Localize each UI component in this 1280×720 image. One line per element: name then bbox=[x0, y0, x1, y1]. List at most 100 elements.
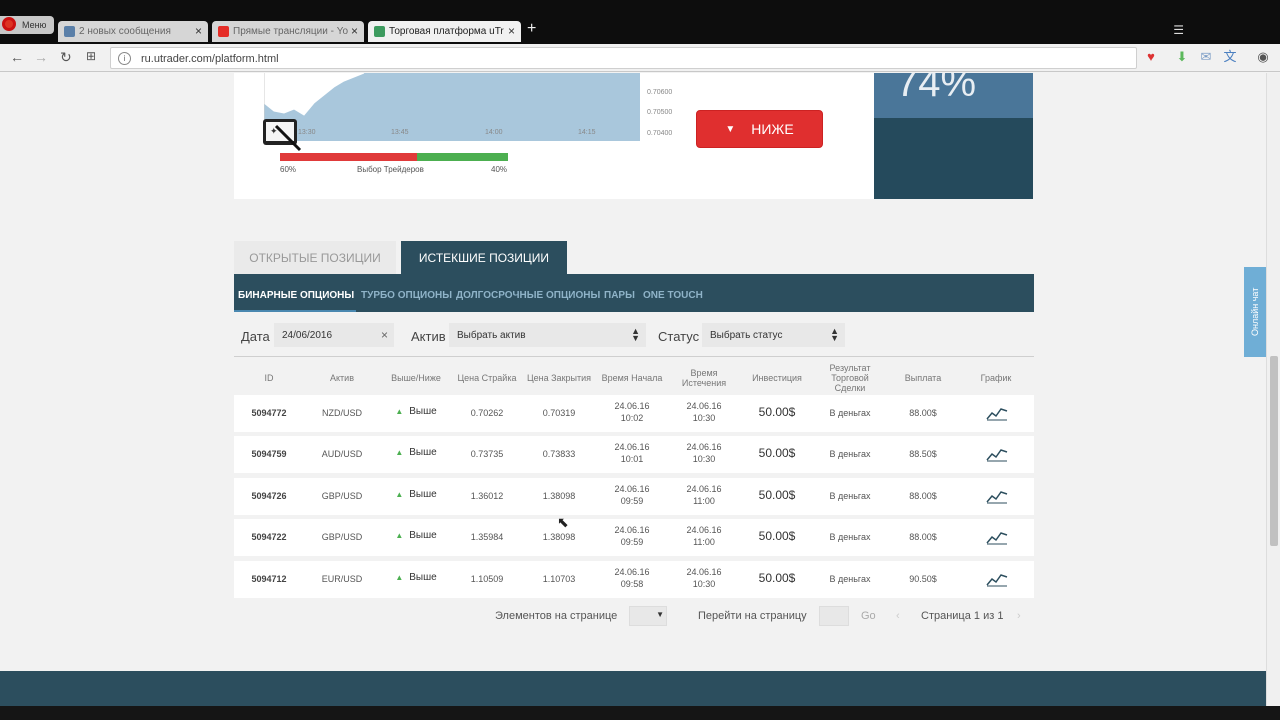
online-chat-button[interactable]: Онлайн чат bbox=[1244, 267, 1266, 357]
translate-icon[interactable]: 文 bbox=[1222, 49, 1238, 65]
dropdown-arrow-icon: ▼ bbox=[656, 610, 664, 619]
subnav-active-underline bbox=[234, 310, 356, 312]
subnav-one-touch[interactable]: ONE TOUCH bbox=[643, 290, 703, 301]
browser-tab-strip: Меню 2 новых сообщения × Прямые трансляц… bbox=[0, 0, 1280, 44]
pagination-bar: Элементов на странице ▼ Перейти на стран… bbox=[234, 603, 1034, 631]
cell-close: 0.70319 bbox=[542, 408, 576, 418]
header-expiry-line2: Истечения bbox=[681, 378, 727, 388]
cell-close: 1.10703 bbox=[542, 574, 576, 584]
subnav-binary[interactable]: БИНАРНЫЕ ОПЦИОНЫ bbox=[238, 290, 354, 301]
subnav-longterm[interactable]: ДОЛГОСРОЧНЫЕ ОПЦИОНЫ bbox=[456, 290, 600, 301]
mouse-cursor-icon: ⬉ bbox=[557, 514, 569, 530]
go-button[interactable]: Go bbox=[861, 610, 876, 622]
expiry-date: 24.06.16 bbox=[686, 401, 722, 411]
site-info-icon[interactable]: i bbox=[118, 52, 131, 65]
cell-asset: EUR/USD bbox=[321, 574, 363, 584]
asset-filter-select[interactable]: Выбрать актив ▲ ▼ bbox=[449, 323, 646, 347]
header-result-line1: Результат bbox=[829, 363, 871, 373]
header-chart: График bbox=[980, 373, 1012, 383]
expiry-time: 10:30 bbox=[692, 579, 716, 589]
cell-start: 24.06.16 10:02 bbox=[604, 400, 660, 424]
url-input[interactable]: i ru.utrader.com/platform.html bbox=[110, 47, 1137, 69]
opera-logo-icon bbox=[2, 17, 16, 31]
cell-investment: 50.00$ bbox=[758, 405, 796, 419]
goto-page-input[interactable] bbox=[819, 606, 849, 626]
browser-tab-messages[interactable]: 2 новых сообщения × bbox=[58, 21, 208, 42]
close-tab-icon[interactable]: × bbox=[195, 24, 202, 38]
browser-tab-youtube[interactable]: Прямые трансляции - Yo × bbox=[212, 21, 364, 42]
cell-direction: ▲ Выше bbox=[384, 406, 448, 418]
expiry-date: 24.06.16 bbox=[686, 442, 722, 452]
lower-button[interactable]: ▼ НИЖЕ bbox=[696, 110, 823, 148]
mail-icon[interactable]: ✉ bbox=[1198, 49, 1214, 65]
heart-icon[interactable]: ♥ bbox=[1143, 49, 1159, 65]
select-arrows-icon: ▲ ▼ bbox=[830, 326, 839, 343]
start-date: 24.06.16 bbox=[614, 567, 650, 577]
traders-choice-up-fill bbox=[416, 153, 508, 161]
cell-strike: 1.35984 bbox=[470, 532, 504, 542]
header-id: ID bbox=[264, 373, 274, 383]
extension-icon[interactable]: ◉ bbox=[1255, 49, 1271, 65]
line-chart-icon[interactable] bbox=[986, 529, 1008, 545]
speed-dial-icon[interactable]: ⊞ bbox=[86, 49, 96, 63]
expiry-time: 11:00 bbox=[693, 496, 715, 506]
traders-choice-down-fill bbox=[280, 153, 417, 161]
traders-choice-label: Выбор Трейдеров bbox=[357, 165, 424, 174]
tab-expired-positions[interactable]: ИСТЕКШИЕ ПОЗИЦИИ bbox=[401, 241, 567, 274]
expiry-time: 10:30 bbox=[692, 413, 716, 423]
goto-page-label: Перейти на страницу bbox=[698, 610, 807, 622]
date-filter-value: 24/06/2016 bbox=[282, 330, 333, 341]
cell-id: 5094759 bbox=[251, 449, 287, 459]
subnav-pairs[interactable]: ПАРЫ bbox=[604, 290, 635, 301]
tab-menu-icon[interactable]: ☰ bbox=[1173, 23, 1184, 37]
magic-wand-icon[interactable]: ✦ bbox=[262, 118, 302, 152]
page-scrollbar[interactable] bbox=[1266, 73, 1280, 707]
cell-payout: 88.00$ bbox=[909, 491, 937, 501]
clear-date-icon[interactable]: × bbox=[381, 328, 388, 342]
download-icon[interactable]: ⬇ bbox=[1174, 49, 1190, 65]
table-header: ID Актив Выше/Ниже Цена Страйка Цена Зак… bbox=[234, 360, 1034, 394]
subnav-turbo[interactable]: ТУРБО ОПЦИОНЫ bbox=[361, 290, 452, 301]
cell-investment: 50.00$ bbox=[758, 571, 796, 585]
cell-direction: ▲ Выше bbox=[384, 530, 448, 542]
line-chart-icon[interactable] bbox=[986, 446, 1008, 462]
new-tab-button[interactable]: + bbox=[527, 20, 536, 38]
status-filter-select[interactable]: Выбрать статус ▲ ▼ bbox=[702, 323, 845, 347]
browser-menu-button[interactable]: Меню bbox=[0, 16, 54, 34]
close-tab-icon[interactable]: × bbox=[351, 24, 358, 38]
direction-text: Выше bbox=[409, 530, 437, 541]
table-row: 5094712 EUR/USD ▲ Выше 1.10509 1.10703 24… bbox=[234, 561, 1034, 598]
start-date: 24.06.16 bbox=[614, 401, 650, 411]
svg-text:✦: ✦ bbox=[270, 126, 278, 136]
browser-tab-utrader[interactable]: Торговая платформа uTr × bbox=[368, 21, 521, 42]
table-row: 5094726 GBP/USD ▲ Выше 1.36012 1.38098 24… bbox=[234, 478, 1034, 515]
close-tab-icon[interactable]: × bbox=[508, 24, 515, 38]
down-triangle-icon: ▼ bbox=[725, 123, 736, 135]
cell-direction: ▲ Выше bbox=[384, 489, 448, 501]
payout-percent: 74% bbox=[896, 73, 977, 105]
scrollbar-thumb[interactable] bbox=[1270, 356, 1278, 546]
expiry-time: 10:30 bbox=[692, 454, 716, 464]
up-triangle-icon: ▲ bbox=[395, 573, 404, 582]
cell-id: 5094726 bbox=[251, 491, 287, 501]
prev-page-icon[interactable]: ‹ bbox=[896, 610, 900, 622]
per-page-select[interactable]: ▼ bbox=[629, 606, 667, 626]
header-result: Результат Торговой Сделки bbox=[820, 363, 880, 393]
reload-icon[interactable]: ↻ bbox=[60, 49, 72, 66]
cell-result: В деньгах bbox=[829, 574, 871, 584]
select-arrows-icon: ▲ ▼ bbox=[631, 326, 640, 343]
tab-open-positions[interactable]: ОТКРЫТЫЕ ПОЗИЦИИ bbox=[234, 241, 396, 274]
expiry-date: 24.06.16 bbox=[686, 484, 722, 494]
header-strike: Цена Страйка bbox=[457, 373, 517, 383]
forward-icon[interactable]: → bbox=[34, 49, 48, 65]
chart-x-tick: 14:15 bbox=[578, 129, 596, 136]
back-icon[interactable]: ← bbox=[10, 49, 24, 65]
line-chart-icon[interactable] bbox=[986, 405, 1008, 421]
cell-close: 1.38098 bbox=[542, 532, 576, 542]
next-page-icon[interactable]: › bbox=[1017, 610, 1021, 622]
line-chart-icon[interactable] bbox=[986, 571, 1008, 587]
date-filter-input[interactable]: 24/06/2016 × bbox=[274, 323, 394, 347]
line-chart-icon[interactable] bbox=[986, 488, 1008, 504]
direction-text: Выше bbox=[409, 489, 437, 500]
date-filter-label: Дата bbox=[241, 329, 270, 344]
